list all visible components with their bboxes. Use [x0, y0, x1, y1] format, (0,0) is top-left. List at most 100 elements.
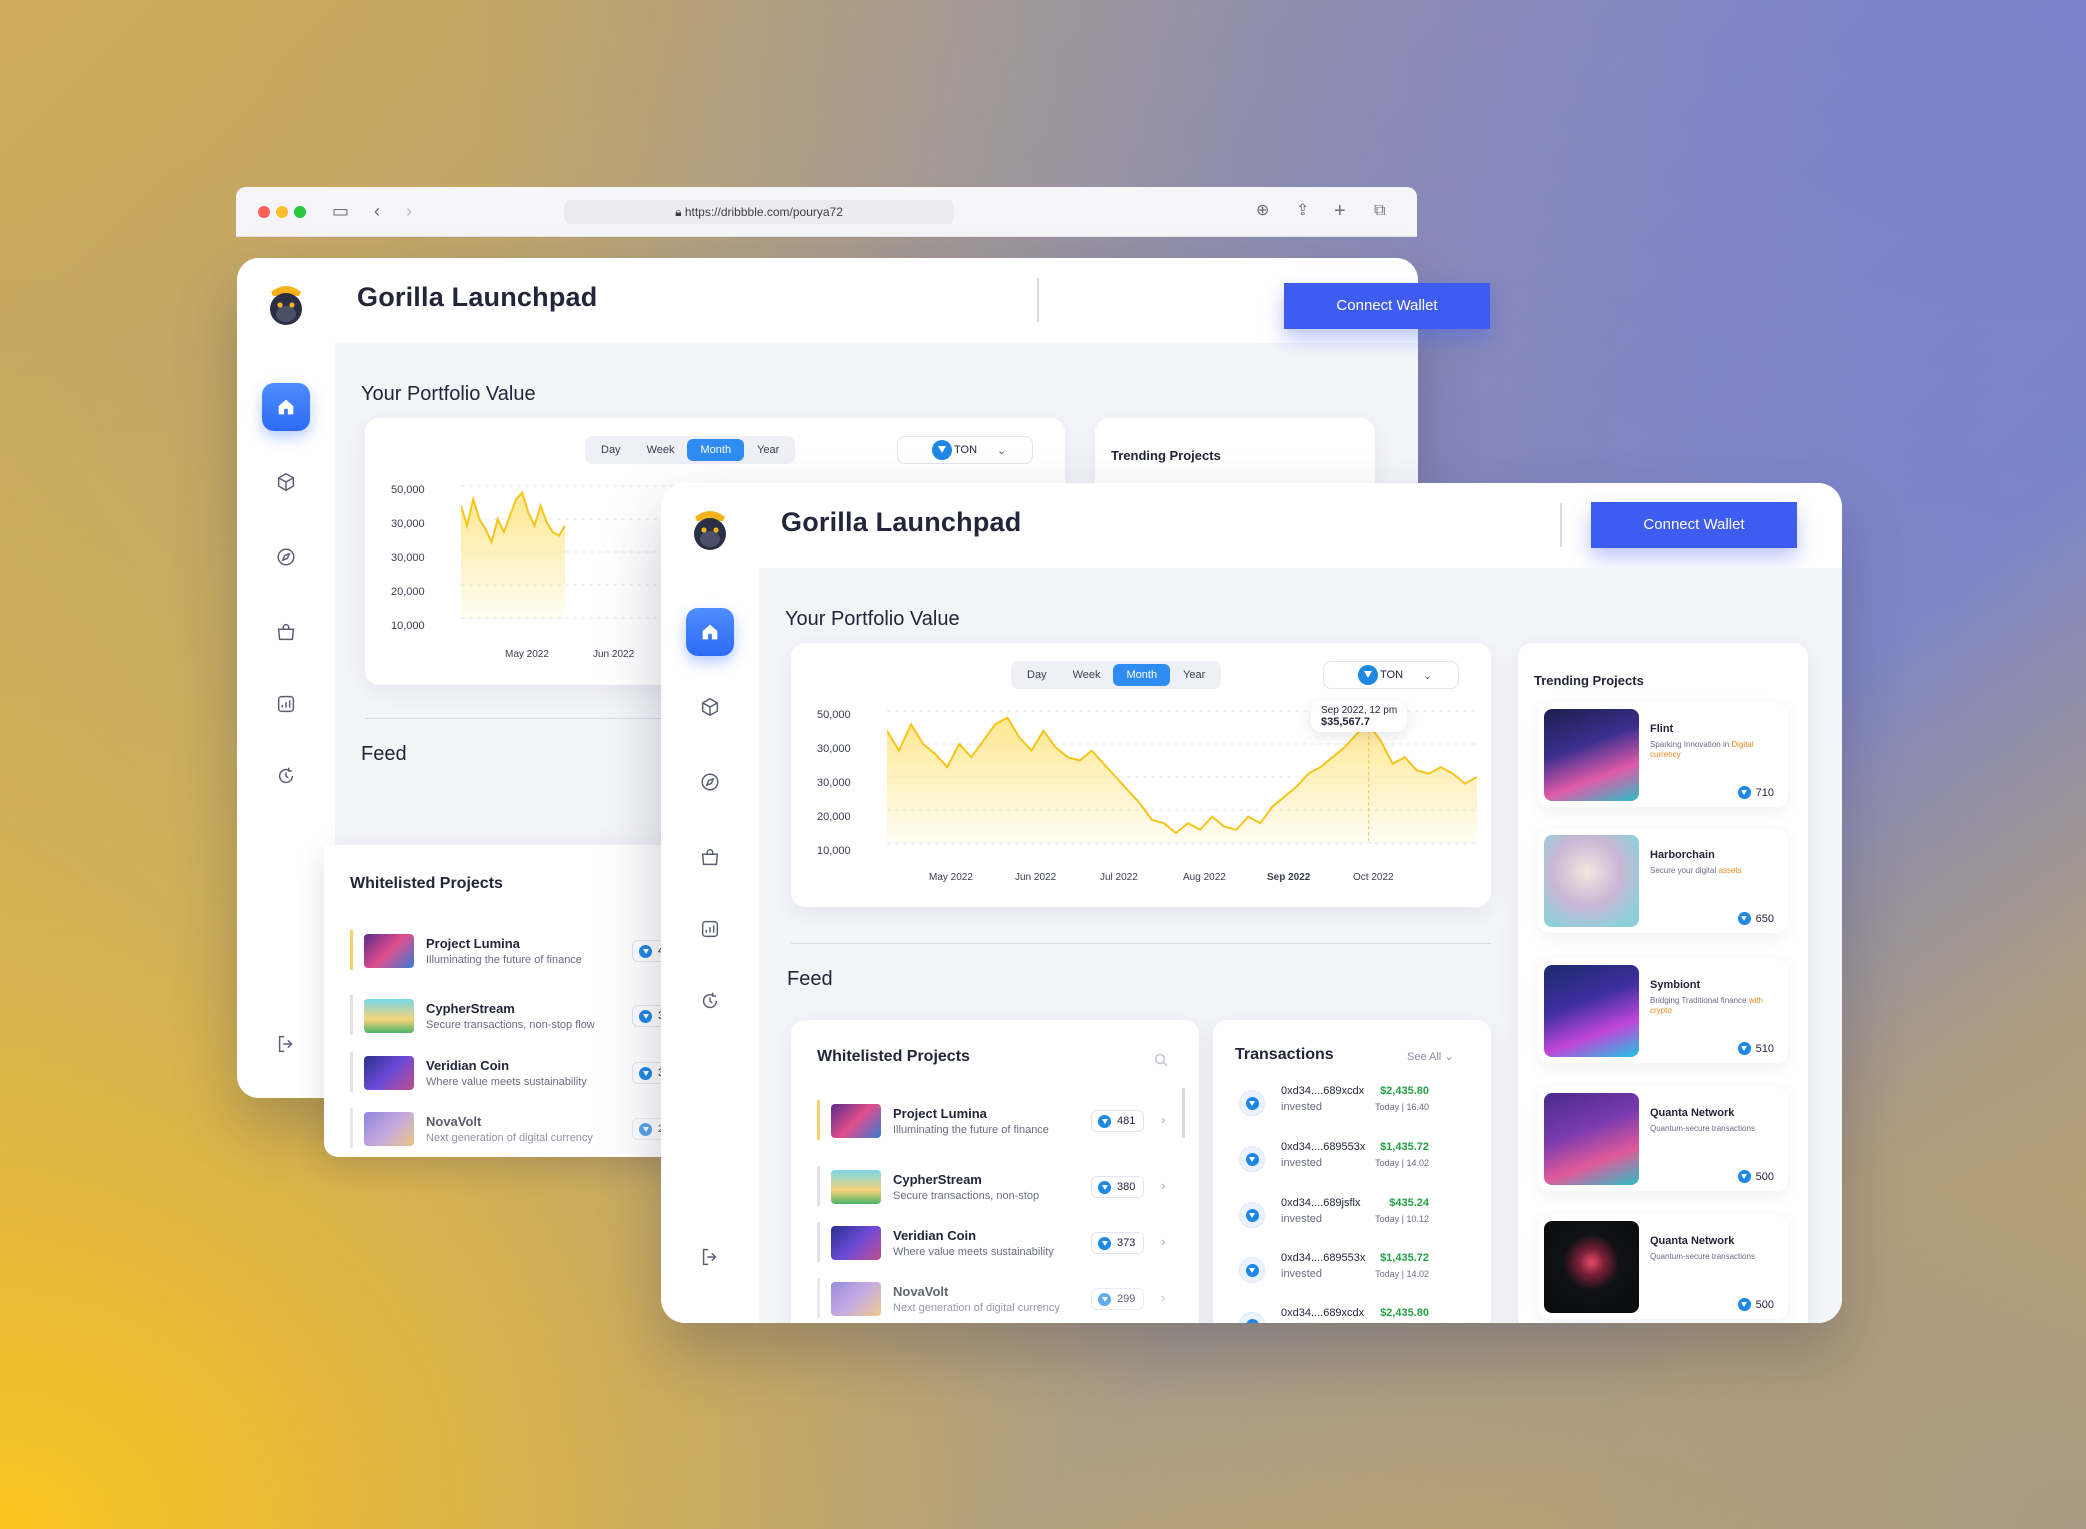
browser-toolbar: ▭ ‹ › ◎ 🔒︎ https://dribbble.com/pourya72… — [236, 187, 1417, 237]
period-day-tab[interactable]: Day — [588, 439, 634, 461]
search-icon[interactable] — [1153, 1052, 1169, 1068]
y-tick: 30,000 — [391, 552, 425, 564]
forward-icon[interactable]: › — [406, 199, 412, 223]
see-all-link[interactable]: See All ⌄ — [1407, 1050, 1454, 1063]
chart-tooltip: Sep 2022, 12 pm $35,567.7 — [1311, 701, 1408, 732]
project-image — [1544, 1093, 1639, 1185]
whitelisted-title: Whitelisted Projects — [817, 1048, 970, 1065]
nav-marketplace-button[interactable] — [262, 608, 310, 656]
y-tick: 20,000 — [817, 811, 851, 823]
nav-analytics-button[interactable] — [262, 680, 310, 728]
trending-item[interactable]: Harborchain Secure your digital assets 650 — [1538, 829, 1788, 933]
trending-item[interactable]: Quanta Network Quantum-secure transaction… — [1538, 1215, 1788, 1319]
ton-icon — [639, 1122, 652, 1136]
chevron-right-icon[interactable]: › — [1161, 1112, 1165, 1127]
transaction-row[interactable]: 0xd34....689553x invested $1,435.72 Today |… — [1235, 1138, 1433, 1184]
project-image — [1544, 709, 1639, 801]
minimize-dot[interactable] — [276, 206, 288, 218]
portfolio-heading: Your Portfolio Value — [361, 383, 536, 405]
download-icon[interactable]: ⊕ — [1256, 199, 1269, 223]
x-tick: Jun 2022 — [593, 649, 635, 660]
transaction-row[interactable]: 0xd34....689jsflx invested $435.24 Today | … — [1235, 1194, 1433, 1240]
period-year-tab[interactable]: Year — [1170, 664, 1218, 686]
nav-analytics-button[interactable] — [686, 905, 734, 953]
nav-explore-button[interactable] — [686, 758, 734, 806]
trending-item[interactable]: Flint Sparking Innovation in Digital curr… — [1538, 703, 1788, 807]
trending-item[interactable]: Symbiont Bridging Traditional finance wit… — [1538, 959, 1788, 1063]
chevron-right-icon[interactable]: › — [1161, 1178, 1165, 1193]
project-name: NovaVolt — [893, 1284, 949, 1299]
project-desc: Illuminating the future of finance — [426, 954, 582, 966]
address-bar[interactable]: 🔒︎ https://dribbble.com/pourya72 — [564, 200, 954, 224]
back-whitelisted-card: Whitelisted Projects Project Lumina Illum… — [324, 845, 684, 1157]
list-item[interactable]: Veridian Coin Where value meets sustainab… — [817, 1222, 1177, 1266]
chevron-right-icon[interactable]: › — [1161, 1234, 1165, 1249]
trending-item[interactable]: Quanta Network Quantum-secure transaction… — [1538, 1087, 1788, 1191]
nav-marketplace-button[interactable] — [686, 833, 734, 881]
list-item[interactable]: Project Lumina Illuminating the future of… — [350, 930, 684, 974]
tooltip-value: $35,567.7 — [1321, 716, 1370, 728]
nav-projects-button[interactable] — [262, 458, 310, 506]
period-week-tab[interactable]: Week — [1060, 664, 1114, 686]
nav-explore-button[interactable] — [262, 533, 310, 581]
close-dot[interactable] — [258, 206, 270, 218]
list-item[interactable]: Project Lumina Illuminating the future of… — [817, 1100, 1177, 1144]
logout-button[interactable] — [686, 1233, 734, 1281]
currency-select[interactable]: TON ⌄ — [1323, 661, 1459, 689]
count-value: 380 — [1117, 1181, 1136, 1193]
x-tick: Sep 2022 — [1267, 872, 1311, 883]
trending-name: Quanta Network — [1650, 1107, 1735, 1119]
logout-button[interactable] — [262, 1020, 310, 1068]
connect-wallet-button[interactable]: Connect Wallet — [1284, 283, 1490, 329]
nav-home-button[interactable] — [262, 383, 310, 431]
maximize-dot[interactable] — [294, 206, 306, 218]
tx-time: Today | 16.40 — [1375, 1102, 1429, 1112]
desc-text: Sparking Innovation in — [1650, 740, 1730, 749]
history-icon — [278, 767, 294, 784]
tabs-overview-icon[interactable]: ⧉ — [1374, 199, 1385, 223]
sidebar-toggle-icon[interactable]: ▭ — [332, 199, 349, 223]
period-week-tab[interactable]: Week — [634, 439, 688, 461]
nav-history-button[interactable] — [262, 752, 310, 800]
scrollbar[interactable] — [1182, 1088, 1185, 1138]
transaction-row[interactable]: 0xd34....689xcdx invested $2,435.80 Today |… — [1235, 1082, 1433, 1128]
cube-icon — [277, 472, 295, 492]
ton-icon — [1737, 1042, 1751, 1055]
ton-icon — [1358, 665, 1378, 685]
list-item[interactable]: CypherStream Secure transactions, non-sto… — [817, 1166, 1177, 1210]
back-icon[interactable]: ‹ — [374, 199, 380, 223]
home-icon — [278, 399, 294, 415]
period-month-tab[interactable]: Month — [687, 439, 745, 461]
trending-card: Trending Projects Flint Sparking Innovati… — [1518, 643, 1808, 1323]
transaction-row[interactable]: 0xd34....689553x invested $1,435.72 Today |… — [1235, 1249, 1433, 1295]
list-item[interactable]: Veridian Coin Where value meets sustainab… — [350, 1052, 684, 1096]
compass-icon — [701, 773, 719, 791]
connect-wallet-button[interactable]: Connect Wallet — [1591, 502, 1797, 548]
list-item[interactable]: NovaVolt Next generation of digital curre… — [817, 1278, 1177, 1322]
nav-projects-button[interactable] — [686, 683, 734, 731]
period-month-tab[interactable]: Month — [1113, 664, 1171, 686]
trending-name: Quanta Network — [1650, 1235, 1735, 1247]
x-tick: Jul 2022 — [1100, 872, 1138, 883]
period-day-tab[interactable]: Day — [1014, 664, 1060, 686]
series-area — [887, 717, 1477, 843]
chevron-right-icon[interactable]: › — [1161, 1290, 1165, 1305]
currency-label: TON — [1380, 669, 1404, 681]
y-tick: 20,000 — [391, 586, 425, 598]
transaction-row[interactable]: 0xd34....689xcdx $2,435.80 — [1235, 1304, 1433, 1323]
nav-home-button[interactable] — [686, 608, 734, 656]
project-count: 380 — [1091, 1176, 1145, 1198]
currency-select[interactable]: TON ⌄ — [897, 436, 1033, 464]
list-item[interactable]: NovaVolt Next generation of digital curre… — [350, 1108, 684, 1152]
project-desc: Next generation of digital currency — [426, 1132, 593, 1144]
period-year-tab[interactable]: Year — [744, 439, 792, 461]
whitelisted-title: Whitelisted Projects — [350, 875, 503, 892]
sidebar — [661, 483, 759, 1323]
ton-icon-badge — [1239, 1090, 1265, 1116]
share-icon[interactable]: ⇪ — [1296, 199, 1309, 223]
list-item[interactable]: CypherStream Secure transactions, non-sto… — [350, 995, 684, 1039]
trending-desc: Secure your digital assets — [1650, 866, 1776, 876]
new-tab-icon[interactable]: + — [1334, 199, 1346, 223]
tx-address: 0xd34....689553x — [1281, 1141, 1366, 1153]
nav-history-button[interactable] — [686, 977, 734, 1025]
